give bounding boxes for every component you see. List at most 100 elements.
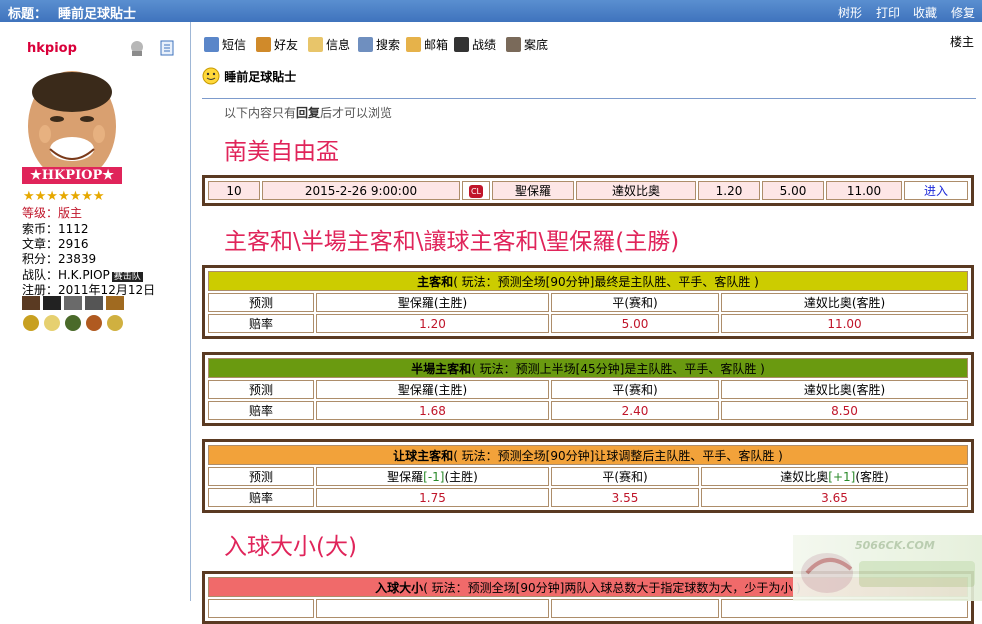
pick-away[interactable]: 達奴比奧(客胜) (721, 293, 968, 312)
watermark-text: 5066CK.COM (855, 539, 935, 552)
odds-home-value: 1.68 (316, 401, 549, 420)
mailbox-label: 邮箱 (424, 38, 449, 52)
info-level-label: 等级： (22, 206, 59, 220)
pick-away-team: 達奴比奧 (780, 470, 829, 484)
market-header-handicap: 让球主客和( 玩法：预测全场[90分钟]让球调整后主队胜、平手、客队胜 ) (208, 445, 968, 465)
search-button[interactable]: 搜索 (358, 36, 400, 53)
friend-label: 好友 (274, 38, 299, 52)
record-icon (454, 37, 469, 52)
username[interactable]: hkpiop (27, 41, 77, 56)
market-box-halftime: 半場主客和( 玩法：预测上半场[45分钟]是主队胜、平手、客队胜 ) 预测 聖保羅… (202, 352, 974, 426)
message-icon (204, 37, 219, 52)
message-label: 短信 (222, 38, 247, 52)
record-button[interactable]: 战绩 (454, 36, 496, 53)
user-status-icon (131, 41, 143, 56)
info-level-value: 版主 (58, 206, 83, 220)
market-title-halftime: 半場主客和 (411, 361, 472, 376)
market-table-halftime: 半場主客和( 玩法：预测上半场[45分钟]是主队胜、平手、客队胜 ) 预测 聖保羅… (206, 356, 970, 422)
team-badge: 赛击队 (111, 272, 143, 282)
info-button[interactable]: 信息 (308, 36, 350, 53)
pick-away-suffix: (客胜) (855, 470, 889, 484)
rank-stars: ★★★★★★★ (23, 189, 105, 204)
mailbox-button[interactable]: 邮箱 (406, 36, 448, 53)
friend-button[interactable]: 好友 (256, 36, 298, 53)
pick-away[interactable]: 達奴比奧[+1](客胜) (701, 467, 968, 486)
market-box-handicap: 让球主客和( 玩法：预测全场[90分钟]让球调整后主队胜、平手、客队胜 ) 预测… (202, 439, 974, 513)
note-post: 后才可以浏览 (320, 106, 393, 120)
note-pre: 以下内容只有 (224, 106, 297, 120)
info-team-value[interactable]: H.K.PIOP (58, 268, 110, 282)
home-team: 聖保羅 (492, 181, 574, 200)
watermark-logo-icon: 5066CK.COM (801, 539, 975, 593)
market-title-goals: 入球大小 (375, 580, 424, 595)
market-table-1x2: 主客和( 玩法：预测全场[90分钟]最终是主队胜、平手、客队胜 ) 预测 聖保羅(… (206, 269, 970, 335)
match-datetime: 2015-2-26 9:00:00 (262, 181, 460, 200)
match-no: 10 (208, 181, 260, 200)
enter-link[interactable]: 进入 (904, 181, 968, 200)
odds-away-value: 8.50 (721, 401, 968, 420)
history-icon (506, 37, 521, 52)
market-header-1x2: 主客和( 玩法：预测全场[90分钟]最终是主队胜、平手、客队胜 ) (208, 271, 968, 291)
pick-away[interactable]: 達奴比奧(客胜) (721, 380, 968, 399)
pick-home[interactable]: 聖保羅[-1](主胜) (316, 467, 549, 486)
history-button[interactable]: 案底 (506, 36, 548, 53)
message-button[interactable]: 短信 (204, 36, 246, 53)
info-team-label: 战队： (22, 268, 59, 282)
odds-label: 赔率 (208, 401, 314, 420)
pick-draw[interactable]: 平(赛和) (551, 380, 719, 399)
market-title-1x2: 主客和 (417, 274, 454, 289)
match-box: 10 2015-2-26 9:00:00 CL 聖保羅 達奴比奧 1.20 5.… (202, 175, 974, 206)
odds-draw: 5.00 (762, 181, 824, 200)
search-label: 搜索 (376, 38, 401, 52)
print-link[interactable]: 打印 (876, 4, 900, 21)
record-label: 战绩 (472, 38, 497, 52)
name-banner: ★HKPIOP★ (22, 167, 122, 184)
odds-draw-value: 5.00 (551, 314, 719, 333)
goals-heading: 入球大小(大) (224, 534, 357, 560)
info-posts-value: 2916 (58, 237, 89, 251)
market-rule-handicap: ( 玩法：预测全场[90分钟]让球调整后主队胜、平手、客队胜 ) (453, 448, 783, 463)
info-coins-value: 1112 (58, 222, 89, 236)
predict-label: 预测 (208, 293, 314, 312)
match-table: 10 2015-2-26 9:00:00 CL 聖保羅 達奴比奧 1.20 5.… (206, 179, 970, 202)
info-points-label: 积分： (22, 252, 59, 266)
market-table-handicap: 让球主客和( 玩法：预测全场[90分钟]让球调整后主队胜、平手、客队胜 ) 预测… (206, 443, 970, 509)
profile-card-icon[interactable] (158, 39, 176, 57)
medals-icon (22, 296, 124, 331)
search-icon (358, 37, 373, 52)
pick-draw[interactable]: 平(赛和) (551, 467, 699, 486)
league-badge-text: CL (468, 185, 484, 198)
favorite-link[interactable]: 收藏 (913, 4, 937, 21)
pick-home[interactable]: 聖保羅(主胜) (316, 293, 549, 312)
pick-draw[interactable]: 平(赛和) (551, 293, 719, 312)
market-rule-1x2: ( 玩法：预测全场[90分钟]最终是主队胜、平手、客队胜 ) (453, 274, 759, 289)
title-label: 标题： (8, 7, 48, 22)
info-posts: 文章：2916 (22, 237, 89, 252)
history-label: 案底 (524, 38, 549, 52)
odds-label: 赔率 (208, 488, 314, 507)
thread-title: 睡前足球貼士 (58, 7, 137, 22)
info-level: 等级：版主 (22, 206, 82, 221)
pick-home[interactable]: 聖保羅(主胜) (316, 380, 549, 399)
market-box-1x2: 主客和( 玩法：预测全场[90分钟]最终是主队胜、平手、客队胜 ) 预测 聖保羅(… (202, 265, 974, 339)
market-rule-goals: ( 玩法：预测全场[90分钟]两队入球总数大于指定球数为大，少于为小 ) (423, 580, 801, 595)
markets-heading: 主客和\半場主客和\讓球主客和\聖保羅(主勝) (224, 229, 680, 255)
pick-home-team: 聖保羅 (387, 470, 424, 484)
info-coins-label: 索币： (22, 222, 59, 236)
info-registered-value: 2011年12月12日 (58, 283, 156, 297)
odds-draw-value: 2.40 (551, 401, 719, 420)
away-team: 達奴比奧 (576, 181, 696, 200)
friend-icon (256, 37, 271, 52)
odds-home-value: 1.75 (316, 488, 549, 507)
tree-view-link[interactable]: 树形 (838, 4, 862, 21)
info-points: 积分：23839 (22, 252, 96, 267)
handicap-away: [+1] (828, 470, 856, 484)
user-sidebar: hkpiop ★HKPIOP★ ★★★★★★★ 等级：版主 索币：1112 文章… (0, 22, 191, 601)
info-icon (308, 37, 323, 52)
market-header-halftime: 半場主客和( 玩法：预测上半场[45分钟]是主队胜、平手、客队胜 ) (208, 358, 968, 378)
odds-label: 赔率 (208, 314, 314, 333)
hidden-content-note: 以下内容只有回复后才可以浏览 (224, 104, 392, 121)
odds-draw-value: 3.55 (551, 488, 699, 507)
post-subject: 睡前足球貼士 (202, 67, 296, 85)
repair-link[interactable]: 修复 (951, 4, 975, 21)
